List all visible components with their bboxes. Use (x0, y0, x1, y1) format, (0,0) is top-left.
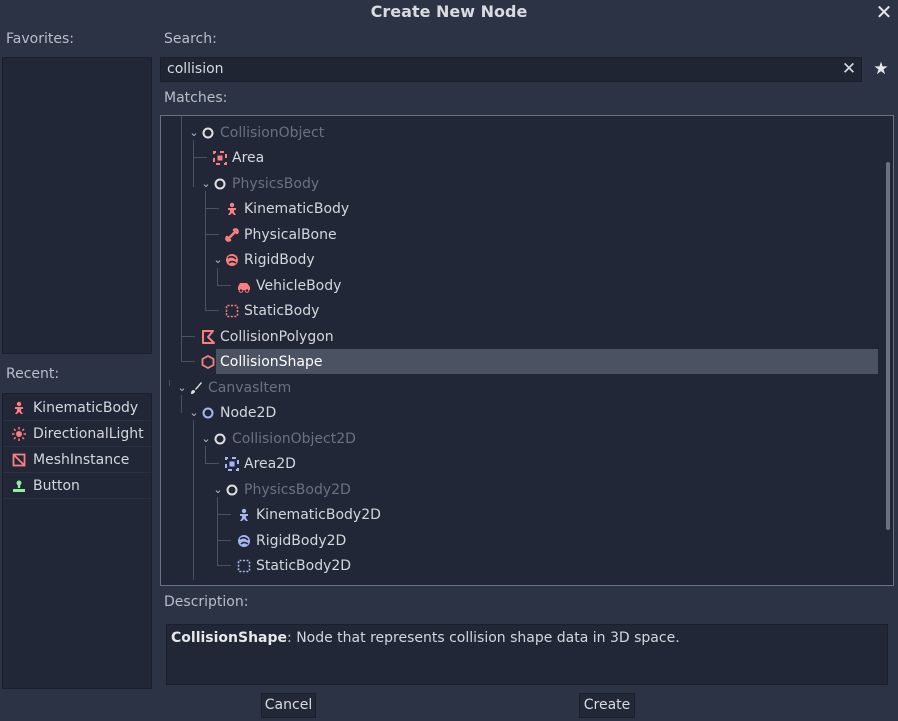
recent-item-label: Button (33, 478, 80, 494)
tree-item-physicsbody2d[interactable]: ⌄ PhysicsBody2D (212, 477, 351, 502)
matches-label: Matches: (164, 90, 228, 106)
tree-item-label: CollisionObject (220, 124, 325, 141)
vehicle-body-icon (236, 278, 252, 294)
chevron-down-icon[interactable]: ⌄ (212, 483, 224, 496)
tree-item-kinematicbody[interactable]: KinematicBody (224, 196, 349, 221)
tree-item-area2d[interactable]: Area2D (224, 451, 296, 476)
create-button[interactable]: Create (579, 693, 635, 718)
tree-item-label: StaticBody2D (256, 557, 352, 574)
tree-item-label: VehicleBody (256, 277, 342, 294)
description-node-name: CollisionShape (171, 630, 288, 646)
area-2d-icon (224, 456, 240, 472)
recent-item-button[interactable]: Button (3, 474, 151, 499)
recent-item-kinematic-body[interactable]: KinematicBody (3, 396, 151, 421)
search-label: Search: (164, 31, 217, 47)
tree-item-canvasitem[interactable]: ⌄ CanvasItem (176, 375, 291, 400)
favorite-star-icon[interactable]: ★ (870, 58, 892, 81)
clear-search-icon[interactable]: ✕ (838, 58, 860, 81)
tree-item-label: CollisionShape (220, 353, 323, 370)
recent-item-label: KinematicBody (33, 400, 139, 416)
chevron-down-icon[interactable]: ⌄ (200, 432, 212, 445)
kinematic-body-2d-icon (236, 507, 252, 523)
recent-item-directional-light[interactable]: DirectionalLight (3, 422, 151, 447)
tree-item-label: RigidBody2D (256, 532, 347, 549)
description-box: CollisionShape: Node that represents col… (166, 624, 888, 685)
tree-item-area[interactable]: Area (212, 145, 264, 170)
tree-item-vehiclebody[interactable]: VehicleBody (236, 273, 341, 298)
circle-outline-icon (212, 176, 228, 192)
tree-item-rigidbody2d[interactable]: RigidBody2D (236, 528, 346, 553)
tree-item-collisionpolygon[interactable]: CollisionPolygon (200, 324, 334, 349)
favorites-label: Favorites: (6, 31, 74, 47)
chevron-down-icon[interactable]: ⌄ (200, 177, 212, 190)
tree-item-kinematicbody2d[interactable]: KinematicBody2D (236, 502, 381, 527)
description-text: : Node that represents collision shape d… (287, 630, 680, 646)
tree-item-label: PhysicsBody (232, 175, 320, 192)
tree-item-label: Area (232, 149, 265, 166)
tree-scrollbar-thumb[interactable] (886, 162, 890, 530)
tree-item-label: KinematicBody (244, 200, 350, 217)
tree-item-collisionobject2d[interactable]: ⌄ CollisionObject2D (200, 426, 356, 451)
circle-outline-icon (224, 482, 240, 498)
recent-item-label: DirectionalLight (33, 426, 144, 442)
chevron-down-icon[interactable]: ⌄ (188, 406, 200, 419)
brush-icon (188, 380, 204, 396)
mesh-instance-icon (11, 452, 27, 468)
collision-shape-icon (200, 354, 216, 370)
tree-item-physicalbone[interactable]: PhysicalBone (224, 222, 337, 247)
tree-item-label: PhysicsBody2D (244, 481, 351, 498)
circle-outline-icon (200, 125, 216, 141)
close-icon[interactable]: ✕ (872, 1, 896, 23)
area-icon (212, 150, 228, 166)
chevron-down-icon[interactable]: ⌄ (188, 126, 200, 139)
tree-item-label: PhysicalBone (244, 226, 337, 243)
tree-item-collisionshape[interactable]: CollisionShape (200, 349, 322, 374)
dialog-title: Create New Node (370, 2, 528, 21)
tree-item-label: KinematicBody2D (256, 506, 381, 523)
tree-item-rigidbody[interactable]: ⌄ RigidBody (212, 247, 315, 272)
search-input[interactable]: collision (160, 57, 862, 82)
kinematic-body-icon (224, 201, 240, 217)
collision-polygon-icon (200, 329, 216, 345)
recent-list[interactable]: KinematicBody DirectionalLight MeshInsta… (2, 393, 152, 689)
recent-item-label: MeshInstance (33, 452, 130, 468)
directional-light-icon (11, 426, 27, 442)
tree-item-staticbody2d[interactable]: StaticBody2D (236, 553, 351, 578)
recent-label: Recent: (6, 366, 60, 382)
tree-item-physicsbody[interactable]: ⌄ PhysicsBody (200, 171, 319, 196)
rigid-body-2d-icon (236, 533, 252, 549)
tree-item-staticbody[interactable]: StaticBody (224, 298, 319, 323)
chevron-down-icon[interactable]: ⌄ (176, 381, 188, 394)
tree-item-label: Area2D (244, 455, 296, 472)
tree-item-label: Node2D (220, 404, 277, 421)
static-body-2d-icon (236, 558, 252, 574)
circle-outline-icon (200, 405, 216, 421)
button-icon (11, 478, 27, 494)
chevron-down-icon[interactable]: ⌄ (212, 253, 224, 266)
description-label: Description: (164, 594, 249, 610)
tree-item-label: RigidBody (244, 251, 315, 268)
recent-item-mesh-instance[interactable]: MeshInstance (3, 448, 151, 473)
tree-item-label: CanvasItem (208, 379, 292, 396)
rigid-body-icon (224, 252, 240, 268)
tree-item-node2d[interactable]: ⌄ Node2D (188, 400, 276, 425)
tree-item-label: StaticBody (244, 302, 320, 319)
cancel-button[interactable]: Cancel (261, 693, 316, 718)
physical-bone-icon (224, 227, 240, 243)
tree-item-label: CollisionPolygon (220, 328, 334, 345)
circle-outline-icon (212, 431, 228, 447)
static-body-icon (224, 303, 240, 319)
tree-item-collisionobject[interactable]: ⌄ CollisionObject (188, 120, 324, 145)
kinematic-body-icon (11, 400, 27, 416)
tree-item-label: CollisionObject2D (232, 430, 356, 447)
favorites-list[interactable] (2, 57, 152, 354)
